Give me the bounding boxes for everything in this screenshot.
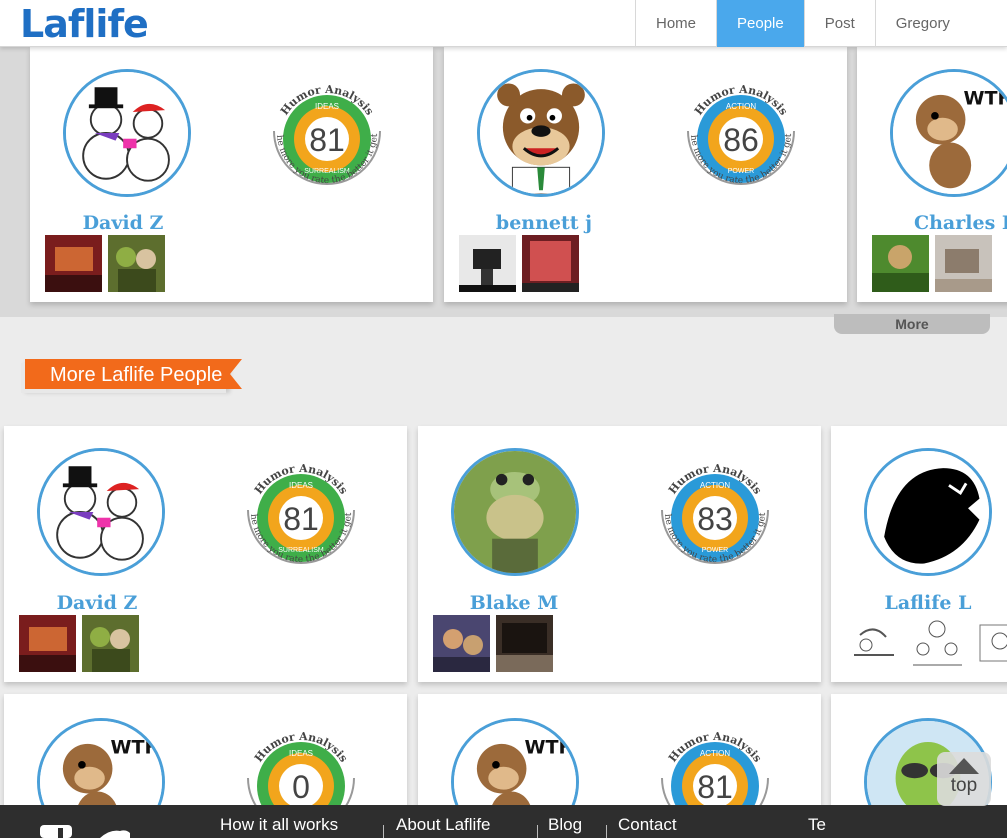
- snowmen-icon[interactable]: [63, 69, 191, 197]
- main-nav: Home People Post Gregory: [635, 0, 970, 47]
- humor-score: 0: [292, 769, 310, 805]
- humor-analysis-badge: Humor Analysis IDEAS SURREALISM 81 The m…: [236, 450, 366, 590]
- laflife-logo[interactable]: Laflife: [20, 2, 149, 46]
- arrow-up-icon: [949, 758, 979, 774]
- humor-analysis-badge: Humor Analysis ACTION POWER 83 The more …: [650, 450, 780, 590]
- nav-user-gregory[interactable]: Gregory: [874, 0, 970, 47]
- humor-analysis-badge: Humor Analysis ACTION POWER 86 The more …: [676, 71, 806, 211]
- footer-separator: [383, 825, 384, 838]
- photo-thumb[interactable]: [496, 615, 553, 672]
- featured-person-card[interactable]: WTF! Charles L: [857, 47, 1007, 302]
- person-card[interactable]: Humor Analysis IDEAS SURREALISM 81 The m…: [4, 426, 407, 682]
- more-button[interactable]: More: [834, 314, 990, 334]
- person-card[interactable]: Humor Analysis ACTION POWER 83 The more …: [418, 426, 821, 682]
- footer-link-contact[interactable]: Contact: [618, 815, 677, 835]
- snowmen-icon[interactable]: [37, 448, 165, 576]
- scroll-to-top-button[interactable]: top: [937, 752, 991, 806]
- photo-thumb[interactable]: [433, 615, 490, 672]
- facebook-icon[interactable]: [40, 825, 72, 838]
- badge-top-category: ACTION: [700, 481, 730, 490]
- photo-thumb[interactable]: [872, 235, 929, 292]
- svg-text:WTF!: WTF!: [111, 736, 162, 758]
- person-name[interactable]: David Z: [53, 212, 193, 234]
- humor-score: 86: [723, 122, 759, 158]
- person-name[interactable]: Blake M: [444, 592, 584, 614]
- footer-link-about[interactable]: About Laflife: [396, 815, 491, 835]
- person-name[interactable]: Laflife L: [858, 592, 998, 614]
- person-name[interactable]: bennett j: [474, 212, 614, 234]
- badge-top-category: IDEAS: [289, 749, 313, 758]
- featured-person-card[interactable]: Humor Analysis ACTION POWER 86 The more …: [444, 47, 847, 302]
- photo-thumb[interactable]: [45, 235, 102, 292]
- photo-thumbs: [459, 235, 579, 292]
- humor-score: 83: [697, 501, 733, 537]
- header-bar: Laflife Home People Post Gregory: [0, 0, 1007, 47]
- photo-thumb[interactable]: [82, 615, 139, 672]
- photo-thumbs: [846, 615, 1007, 672]
- photo-thumb[interactable]: [522, 235, 579, 292]
- footer-link-terms[interactable]: Te: [808, 815, 826, 835]
- section-title: More Laflife People: [50, 364, 223, 386]
- nav-post[interactable]: Post: [803, 0, 875, 47]
- humor-analysis-badge: Humor Analysis IDEAS SURREALISM 81 The m…: [262, 71, 392, 211]
- svg-text:WTF!: WTF!: [964, 87, 1007, 109]
- person-card[interactable]: Laflife L: [831, 426, 1007, 682]
- badge-top-category: IDEAS: [289, 481, 313, 490]
- featured-person-card[interactable]: Humor Analysis IDEAS SURREALISM 81 The m…: [30, 47, 433, 302]
- monkey-icon[interactable]: WTF!: [890, 69, 1007, 197]
- photo-thumbs: [19, 615, 139, 672]
- person-name[interactable]: Charles L: [887, 212, 1007, 234]
- footer-link-blog[interactable]: Blog: [548, 815, 582, 835]
- footer-separator: [537, 825, 538, 838]
- bear-icon[interactable]: [477, 69, 605, 197]
- footer-link-how-it-works[interactable]: How it all works: [220, 815, 338, 835]
- svg-text:WTF!: WTF!: [525, 736, 576, 758]
- badge-top-category: ACTION: [700, 749, 730, 758]
- laflife-logo-icon[interactable]: [864, 448, 992, 576]
- photo-thumbs: [45, 235, 165, 292]
- photo-thumb[interactable]: [19, 615, 76, 672]
- badge-bottom-category: POWER: [728, 168, 754, 175]
- humor-score: 81: [309, 122, 345, 158]
- photo-thumb[interactable]: [935, 235, 992, 292]
- top-label: top: [950, 775, 978, 796]
- photo-thumbs: [872, 235, 992, 292]
- cartoon-thumb[interactable]: [846, 615, 903, 672]
- humor-score: 81: [283, 501, 319, 537]
- photo-thumb[interactable]: [108, 235, 165, 292]
- cartoon-thumb[interactable]: [909, 615, 966, 672]
- person-name[interactable]: David Z: [27, 592, 167, 614]
- humor-score: 81: [697, 769, 733, 805]
- nav-home[interactable]: Home: [635, 0, 716, 47]
- footer-bar: How it all works About Laflife Blog Cont…: [0, 805, 1007, 838]
- twitter-icon[interactable]: [100, 829, 130, 838]
- photo-thumb[interactable]: [459, 235, 516, 292]
- photo-thumbs: [433, 615, 553, 672]
- badge-bottom-category: POWER: [702, 547, 728, 554]
- cartoon-thumb[interactable]: [972, 615, 1007, 672]
- nav-people[interactable]: People: [716, 0, 804, 47]
- badge-top-category: ACTION: [726, 102, 756, 111]
- footer-separator: [606, 825, 607, 838]
- frog-icon[interactable]: [451, 448, 579, 576]
- badge-top-category: IDEAS: [315, 102, 339, 111]
